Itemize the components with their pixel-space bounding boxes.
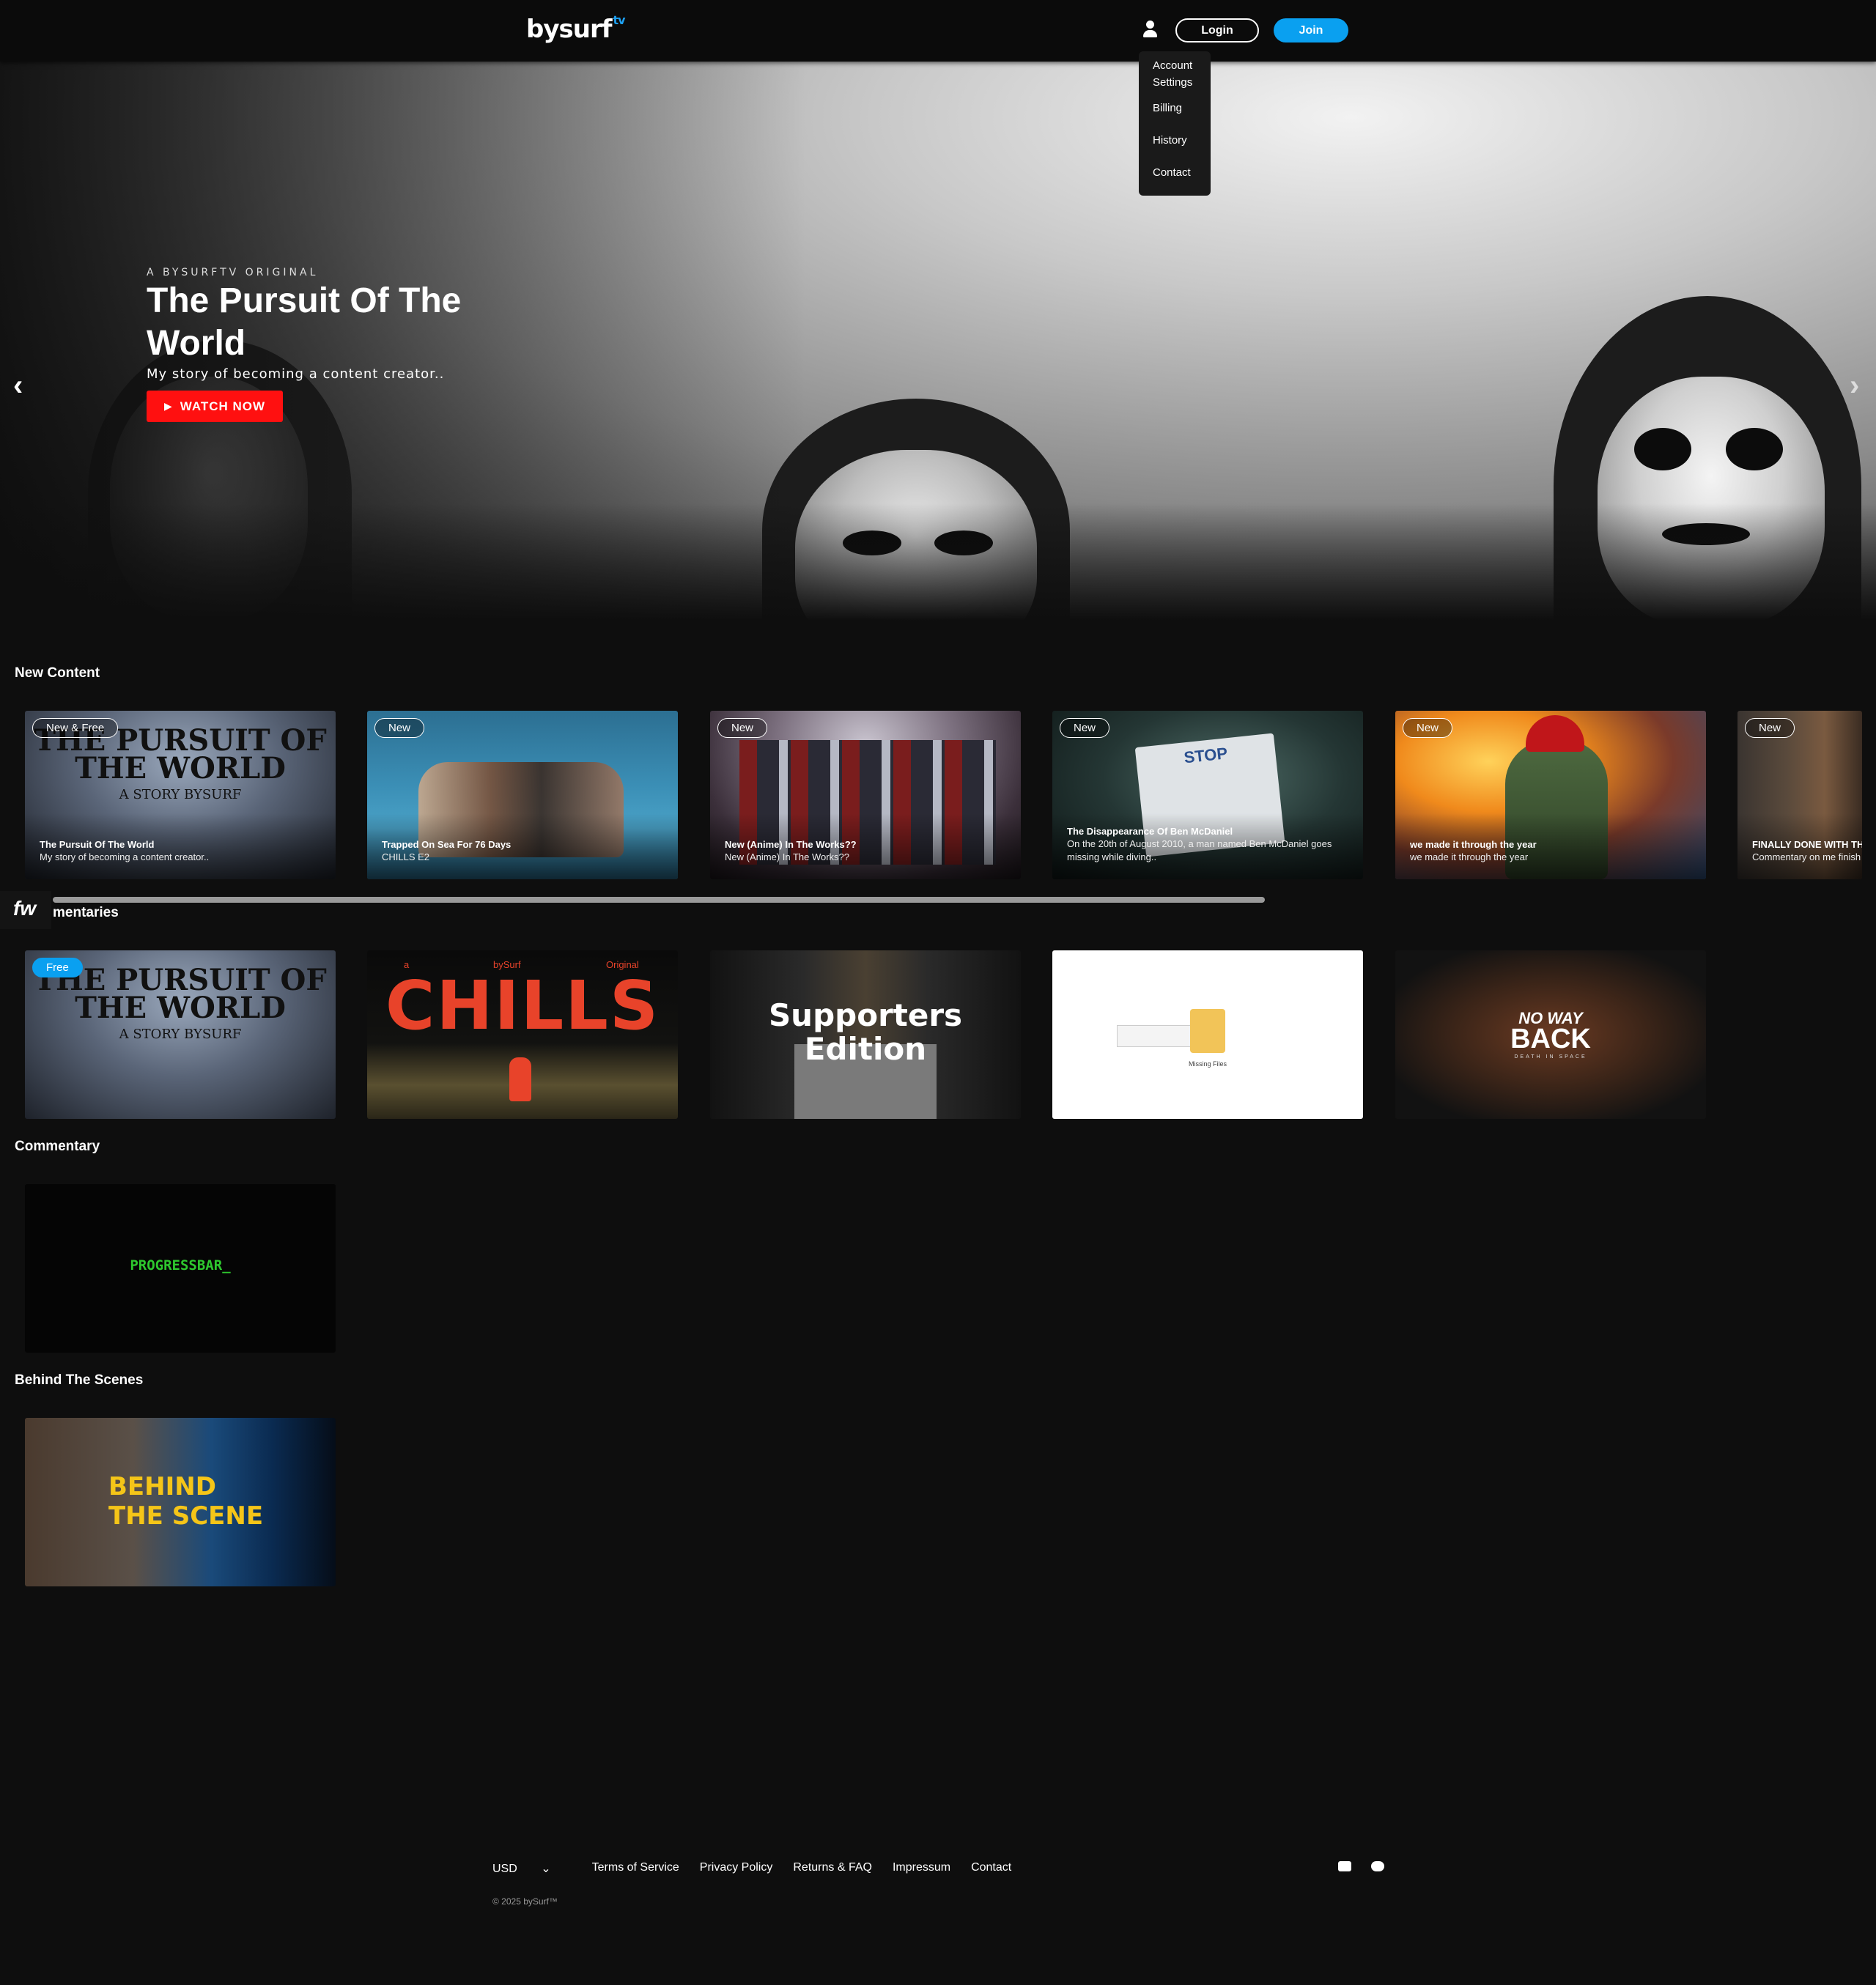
content-card[interactable]: PROGRESSBAR_ xyxy=(25,1184,336,1353)
content-card[interactable]: New New (Anime) In The Works?? New (Anim… xyxy=(710,711,1021,879)
content-card[interactable]: THE PURSUIT OF THE WORLD A STORY BYSURF F… xyxy=(25,950,336,1119)
card-badge: New xyxy=(717,718,768,738)
card-title: FINALLY DONE WITH THE xyxy=(1752,839,1862,850)
hero-kicker: A BYSURFTV ORIGINAL xyxy=(147,267,319,278)
site-header: bysurf tv Login Join xyxy=(0,0,1876,62)
discord-icon[interactable] xyxy=(1371,1861,1384,1871)
card-title: we made it through the year xyxy=(1410,839,1537,850)
row-scrollbar[interactable] xyxy=(53,897,1265,903)
card-subtitle: we made it through the year xyxy=(1410,851,1529,862)
section-title-behind-the-scenes: Behind The Scenes xyxy=(15,1372,144,1388)
card-subtitle: My story of becoming a content creator.. xyxy=(40,851,210,862)
card-title: New (Anime) In The Works?? xyxy=(725,839,857,850)
card-subtitle-line2: missing while diving.. xyxy=(1067,851,1157,862)
content-card[interactable]: STOP New The Disappearance Of Ben McDani… xyxy=(1052,711,1363,879)
fw-overlay-logo[interactable]: fw xyxy=(0,891,51,929)
card-badge: New xyxy=(1745,718,1795,738)
card-badge: Free xyxy=(32,958,83,977)
footer-links: USD ⌄ Terms of Service Privacy Policy Re… xyxy=(492,1861,1032,1876)
poster-subtitle: DEATH IN SPACE xyxy=(1514,1054,1587,1060)
user-icon[interactable] xyxy=(1142,21,1158,38)
chevron-down-icon: ⌄ xyxy=(541,1863,551,1875)
footer-link-impressum[interactable]: Impressum xyxy=(893,1861,950,1876)
poster-subtitle: A STORY BYSURF xyxy=(119,1027,242,1042)
poster-subtitle: A STORY BYSURF xyxy=(119,787,242,802)
card-badge: New xyxy=(1403,718,1453,738)
footer-link-contact[interactable]: Contact xyxy=(971,1861,1011,1876)
hero-subtitle: My story of becoming a content creator.. xyxy=(147,366,445,382)
folder-icon xyxy=(1190,1009,1225,1053)
card-badge: New xyxy=(374,718,425,738)
section-title-new-content: New Content xyxy=(15,665,100,681)
menu-item-contact[interactable]: Contact xyxy=(1139,164,1211,181)
card-subtitle: On the 20th of August 2010, a man named … xyxy=(1067,838,1332,849)
poster-title: CHILLS xyxy=(385,966,660,1045)
hero-title: The Pursuit Of The World xyxy=(147,281,462,363)
content-card[interactable]: Supporters Edition xyxy=(710,950,1021,1119)
watch-now-button[interactable]: ▶ WATCH NOW xyxy=(147,391,283,422)
card-badge: New xyxy=(1060,718,1110,738)
menu-item-billing[interactable]: Billing xyxy=(1139,100,1211,117)
card-title: Trapped On Sea For 76 Days xyxy=(382,839,512,850)
content-card[interactable]: Missing Files xyxy=(1052,950,1363,1119)
poster-title: PROGRESSBAR_ xyxy=(130,1257,231,1274)
login-button[interactable]: Login xyxy=(1175,18,1259,42)
section-title-commentary: Commentary xyxy=(15,1139,100,1154)
content-card[interactable]: THE PURSUIT OF THE WORLD A STORY BYSURF N… xyxy=(25,711,336,879)
poster-title: BACK xyxy=(1510,1024,1591,1054)
footer-copyright: © 2025 bySurf™ xyxy=(492,1896,558,1907)
poster-dialog xyxy=(1117,1025,1197,1047)
poster-figure xyxy=(509,1057,531,1101)
poster-title: Supporters Edition xyxy=(768,997,963,1067)
poster-caption: Missing Files xyxy=(1189,1060,1227,1068)
content-card[interactable]: New we made it through the year we made … xyxy=(1395,711,1706,879)
hero-prev-arrow[interactable]: ‹ xyxy=(13,369,23,402)
account-dropdown-menu: Account Settings Billing History Contact xyxy=(1139,51,1211,196)
menu-item-account-settings[interactable]: Account Settings xyxy=(1139,57,1197,91)
site-logo[interactable]: bysurf tv xyxy=(526,13,626,44)
card-title: The Pursuit Of The World xyxy=(40,839,155,850)
menu-item-history[interactable]: History xyxy=(1139,132,1211,149)
card-subtitle: CHILLS E2 xyxy=(382,851,430,862)
footer-link-terms[interactable]: Terms of Service xyxy=(592,1861,679,1876)
content-card[interactable]: a bySurf Original CHILLS xyxy=(367,950,678,1119)
content-card[interactable]: New Trapped On Sea For 76 Days CHILLS E2 xyxy=(367,711,678,879)
youtube-icon[interactable] xyxy=(1338,1861,1351,1871)
hero-mask-right-eye-left xyxy=(1634,428,1691,470)
content-card[interactable]: New FINALLY DONE WITH THE Commentary on … xyxy=(1737,711,1862,879)
join-button[interactable]: Join xyxy=(1274,18,1348,42)
content-card[interactable]: BEHIND THE SCENE xyxy=(25,1418,336,1586)
footer-link-privacy[interactable]: Privacy Policy xyxy=(700,1861,773,1876)
hero-mask-right-eye-right xyxy=(1726,428,1783,470)
poster-title: BEHIND THE SCENE xyxy=(108,1472,264,1531)
card-subtitle: Commentary on me finish xyxy=(1752,851,1861,862)
footer-link-returns-faq[interactable]: Returns & FAQ xyxy=(793,1861,872,1876)
hero-next-arrow[interactable]: › xyxy=(1850,369,1859,402)
play-icon: ▶ xyxy=(163,400,173,412)
section-title-documentaries: mentaries xyxy=(53,905,119,920)
card-badge: New & Free xyxy=(32,718,119,738)
card-subtitle: New (Anime) In The Works?? xyxy=(725,851,850,862)
currency-select[interactable]: USD ⌄ xyxy=(492,1861,572,1876)
content-card[interactable]: NO WAY BACK DEATH IN SPACE xyxy=(1395,950,1706,1119)
card-title: The Disappearance Of Ben McDaniel xyxy=(1067,826,1233,837)
card-thumbnail-santa-hat xyxy=(1526,715,1584,752)
